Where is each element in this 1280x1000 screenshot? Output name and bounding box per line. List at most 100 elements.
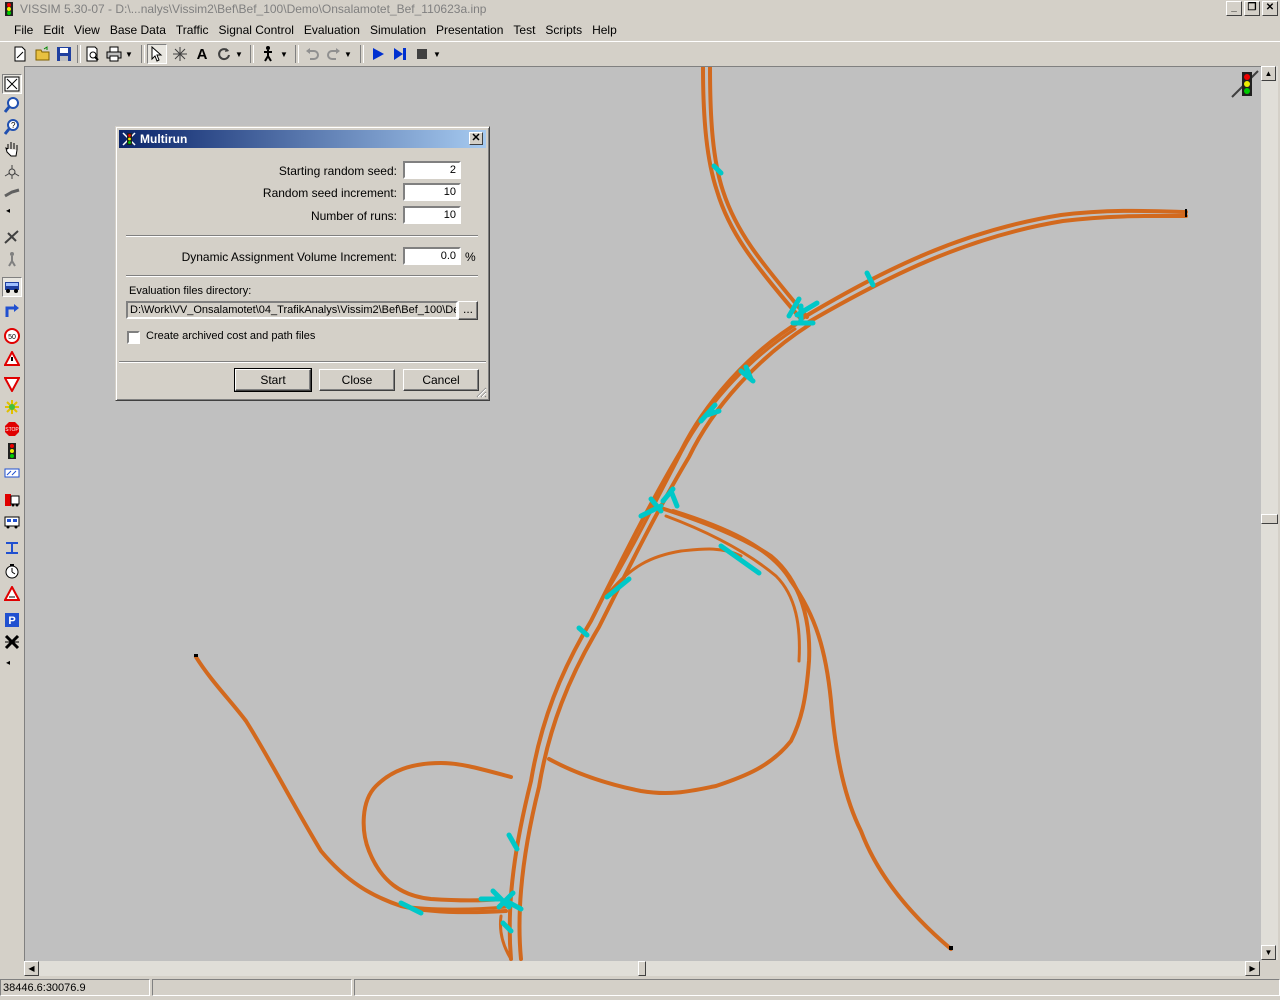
- print-dropdown-icon[interactable]: ▼: [124, 44, 134, 64]
- scroll-right-icon[interactable]: ▶: [1245, 961, 1260, 976]
- pedestrian-icon[interactable]: [258, 44, 278, 64]
- cancel-button[interactable]: Cancel: [403, 369, 479, 391]
- rotate-dropdown-icon[interactable]: ▼: [234, 44, 244, 64]
- horizontal-scrollbar[interactable]: ◀ ▶: [24, 961, 1260, 976]
- menu-test[interactable]: Test: [508, 20, 540, 40]
- select-icon[interactable]: [147, 44, 167, 64]
- link-end-marker: [1185, 209, 1187, 217]
- data-collection-icon[interactable]: [2, 538, 22, 558]
- redo-icon[interactable]: [324, 44, 344, 64]
- pedestrian-dropdown-icon[interactable]: ▼: [279, 44, 289, 64]
- scroll-up-icon[interactable]: ▲: [1261, 66, 1276, 81]
- multirun-dialog: Multirun ✕ Starting random seed: Random …: [115, 126, 490, 401]
- status-bar: 38446.6:30076.9: [0, 978, 1280, 1000]
- parking-icon[interactable]: P: [2, 610, 22, 630]
- node-icon[interactable]: [2, 162, 22, 182]
- start-button[interactable]: Start: [234, 368, 312, 392]
- transit-line-icon[interactable]: [2, 512, 22, 532]
- menu-presentation[interactable]: Presentation: [431, 20, 508, 40]
- warning-sign-icon[interactable]: [2, 349, 22, 369]
- dialog-close-icon[interactable]: ✕: [469, 132, 483, 145]
- menu-signal-control[interactable]: Signal Control: [214, 20, 299, 40]
- text-label-icon[interactable]: A: [192, 44, 212, 64]
- redo-dropdown-icon[interactable]: ▼: [343, 44, 353, 64]
- print-icon[interactable]: [104, 44, 124, 64]
- rotate-icon[interactable]: [214, 44, 234, 64]
- resize-grip-icon[interactable]: [475, 386, 487, 398]
- left-toolbar: ? ◂ 50 STOP P ◂: [0, 66, 24, 976]
- save-icon[interactable]: [54, 44, 74, 64]
- eval-dir-field[interactable]: D:\Work\VV_Onsalamotet\04_TrafikAnalys\V…: [126, 301, 458, 319]
- routing-icon[interactable]: [2, 300, 22, 320]
- road-link: [671, 509, 953, 951]
- dialog-title-bar[interactable]: Multirun ✕: [119, 130, 486, 148]
- rotate-mode-icon[interactable]: [170, 44, 190, 64]
- multirun-icon: [122, 132, 136, 146]
- single-step-icon[interactable]: [390, 44, 410, 64]
- stop-icon[interactable]: [412, 44, 432, 64]
- close-window-button[interactable]: ✕: [1262, 1, 1278, 16]
- link-edit-icon[interactable]: [2, 227, 22, 247]
- start-seed-input[interactable]: [403, 161, 461, 179]
- menu-base-data[interactable]: Base Data: [105, 20, 171, 40]
- menu-view[interactable]: View: [69, 20, 105, 40]
- road-link: [799, 208, 1188, 321]
- runs-input[interactable]: [403, 206, 461, 224]
- menu-help[interactable]: Help: [587, 20, 622, 40]
- play-icon[interactable]: [368, 44, 388, 64]
- stop-sign-icon[interactable]: STOP: [2, 419, 22, 439]
- undo-icon[interactable]: [302, 44, 322, 64]
- archive-checkbox[interactable]: [127, 331, 140, 344]
- road-link: [599, 327, 797, 603]
- restore-button[interactable]: ❐: [1244, 1, 1260, 16]
- menu-bar: File Edit View Base Data Traffic Signal …: [0, 20, 1280, 40]
- vehicle-input-icon[interactable]: [2, 277, 22, 297]
- menu-edit[interactable]: Edit: [38, 20, 69, 40]
- stop-dropdown-icon[interactable]: ▼: [432, 44, 442, 64]
- seed-increment-input[interactable]: [403, 183, 461, 201]
- dyn-assignment-label: Dynamic Assignment Volume Increment:: [181, 250, 397, 264]
- menu-scripts[interactable]: Scripts: [540, 20, 587, 40]
- dyn-assignment-input[interactable]: [403, 247, 461, 265]
- dialog-separator: [119, 361, 486, 363]
- minimize-button[interactable]: _: [1226, 1, 1242, 16]
- scroll-left-icon[interactable]: ◀: [24, 961, 39, 976]
- menu-simulation[interactable]: Simulation: [365, 20, 431, 40]
- yield-sign-icon[interactable]: [2, 374, 22, 394]
- link-end-marker: [194, 654, 198, 657]
- node-eval-icon[interactable]: [2, 632, 22, 652]
- link-icon[interactable]: [2, 184, 22, 204]
- svg-text:P: P: [8, 615, 15, 627]
- eval-dir-label: Evaluation files directory:: [129, 285, 252, 297]
- menu-traffic[interactable]: Traffic: [171, 20, 214, 40]
- new-icon[interactable]: [10, 44, 30, 64]
- signal-control-icon[interactable]: [1230, 69, 1260, 99]
- vertical-scrollbar[interactable]: ▲ ▼: [1261, 66, 1278, 960]
- close-button[interactable]: Close: [319, 369, 395, 391]
- menu-file[interactable]: File: [9, 20, 38, 40]
- zoom-in-icon[interactable]: [2, 95, 22, 115]
- pan-hand-icon[interactable]: [2, 139, 22, 159]
- transit-stop-icon[interactable]: [2, 490, 22, 510]
- browse-button[interactable]: ...: [458, 301, 478, 320]
- queue-counter-icon[interactable]: [2, 584, 22, 604]
- menu-evaluation[interactable]: Evaluation: [299, 20, 365, 40]
- detector-icon[interactable]: [2, 463, 22, 483]
- speed-limit-icon[interactable]: 50: [2, 326, 22, 346]
- person-icon[interactable]: [2, 249, 22, 269]
- road-link: [361, 761, 513, 903]
- open-icon[interactable]: [33, 44, 53, 64]
- status-coordinates: 38446.6:30076.9: [0, 979, 150, 996]
- status-panel-2: [152, 979, 352, 996]
- seed-increment-label: Random seed increment:: [262, 186, 397, 200]
- signal-head-icon[interactable]: [2, 441, 22, 461]
- horizontal-scroll-thumb[interactable]: [638, 961, 646, 976]
- vertical-scroll-thumb[interactable]: [1261, 514, 1278, 524]
- conflict-area-icon[interactable]: [2, 397, 22, 417]
- print-preview-icon[interactable]: [82, 44, 102, 64]
- zoom-query-icon[interactable]: ?: [2, 117, 22, 137]
- connector: [506, 832, 520, 852]
- zoom-extents-icon[interactable]: [2, 74, 22, 94]
- travel-time-icon[interactable]: [2, 561, 22, 581]
- scroll-down-icon[interactable]: ▼: [1261, 945, 1276, 960]
